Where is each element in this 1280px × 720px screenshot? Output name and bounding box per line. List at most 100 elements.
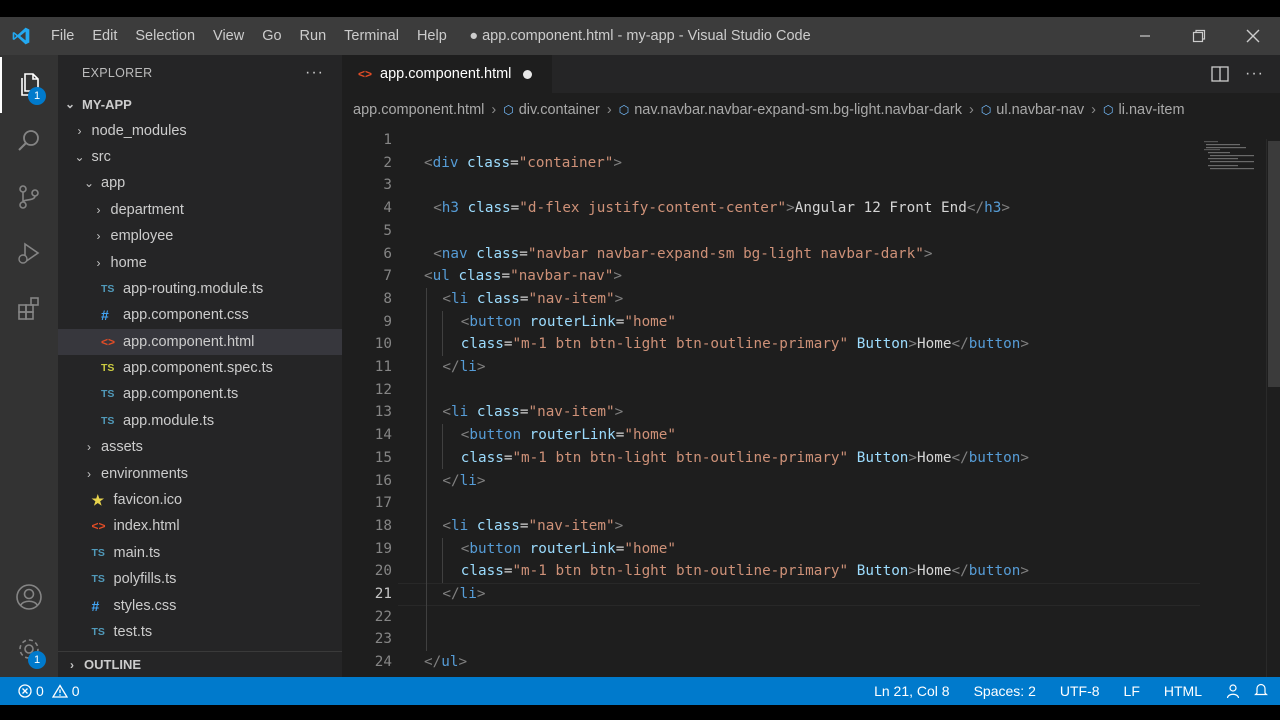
scrollbar-thumb[interactable] <box>1268 141 1280 387</box>
tree-item-app-component-html[interactable]: <> app.component.html <box>58 328 342 355</box>
code-token: ul <box>441 654 459 671</box>
menu-go[interactable]: Go <box>253 17 290 55</box>
tree-item-environments[interactable]: › environments <box>58 460 342 486</box>
code-token: > <box>923 245 933 262</box>
tree-item-department[interactable]: › department <box>58 197 342 223</box>
code-text: <ul class="navbar-nav"> <box>424 265 622 288</box>
activity-bar: 1 1 <box>0 55 58 677</box>
restore-button[interactable] <box>1172 17 1226 55</box>
code-token: "home" <box>624 540 677 557</box>
unsaved-dot-icon[interactable] <box>523 69 532 79</box>
breadcrumb-item[interactable]: ⬡ nav.navbar.navbar-expand-sm.bg-light.na… <box>619 102 962 118</box>
status-bar: 0 0 Ln 21, Col 8 Spaces: 2 UTF-8 LF HTML <box>0 677 1280 705</box>
tree-item-app-routing-module-ts[interactable]: TS app-routing.module.ts <box>58 276 342 302</box>
tree-item-employee[interactable]: › employee <box>58 223 342 249</box>
extensions-activity[interactable] <box>0 281 58 337</box>
tree-item-assets[interactable]: › assets <box>58 434 342 460</box>
project-root[interactable]: ⌄ MY-APP <box>58 91 342 117</box>
code-token: Home <box>917 336 952 353</box>
tree-item-app-component-css[interactable]: # app.component.css <box>58 302 342 328</box>
tree-item-polyfills-ts[interactable]: TS polyfills.ts <box>58 566 342 592</box>
code-token: Button <box>856 563 909 580</box>
minimize-icon <box>1140 35 1150 37</box>
language-mode[interactable]: HTML <box>1152 683 1214 699</box>
code-text: <div class="container"> <box>424 152 622 175</box>
feedback-button[interactable] <box>1214 683 1254 699</box>
breadcrumb-item[interactable]: ⬡ ul.navbar-nav <box>981 102 1084 118</box>
encoding[interactable]: UTF-8 <box>1048 683 1112 699</box>
end-of-line[interactable]: LF <box>1112 683 1152 699</box>
line-number: 21 <box>374 586 392 602</box>
tree-item-home[interactable]: › home <box>58 249 342 275</box>
tree-item-styles-css[interactable]: # styles.css <box>58 592 342 618</box>
run-debug-activity[interactable] <box>0 225 58 281</box>
more-actions-button[interactable]: ··· <box>305 64 324 82</box>
code-token: < <box>442 517 451 534</box>
line-number: 22 <box>374 608 392 625</box>
tree-item-app-module-ts[interactable]: TS app.module.ts <box>58 408 342 434</box>
tree-item-label: app-routing.module.ts <box>123 280 264 297</box>
tree-item-node-modules[interactable]: › node_modules <box>58 117 342 143</box>
tree-item-test-ts[interactable]: TS test.ts <box>58 619 342 645</box>
split-editor-icon[interactable] <box>1211 66 1229 82</box>
minimap-preview <box>1204 141 1254 170</box>
menu-file[interactable]: File <box>42 17 83 55</box>
breadcrumb-item[interactable]: ⬡ div.container <box>503 102 600 118</box>
breadcrumb-item[interactable]: ⬡ li.nav-item <box>1103 102 1185 118</box>
line-number: 7 <box>383 268 392 285</box>
line-number: 5 <box>383 222 392 239</box>
code-text: <nav class="navbar navbar-expand-sm bg-l… <box>433 243 932 266</box>
menu-view[interactable]: View <box>204 17 253 55</box>
menu-terminal[interactable]: Terminal <box>335 17 408 55</box>
tree-item-favicon-ico[interactable]: ★ favicon.ico <box>58 487 342 513</box>
code-editor[interactable]: 1 2 <div class="container"> 3 4 <h3 class="d-… <box>342 129 1202 677</box>
code-token: < <box>442 290 451 307</box>
close-button[interactable] <box>1226 17 1280 55</box>
notifications-button[interactable] <box>1254 682 1280 701</box>
tree-item-app-component-ts[interactable]: TS app.component.ts <box>58 381 342 407</box>
tree-item-label: index.html <box>113 518 180 535</box>
tab-label: app.component.html <box>380 66 512 82</box>
tree-item-src[interactable]: ⌄ src <box>58 144 342 170</box>
explorer-activity[interactable]: 1 <box>0 57 58 113</box>
more-actions-icon[interactable]: ··· <box>1245 65 1264 83</box>
menu-selection[interactable]: Selection <box>126 17 204 55</box>
indentation[interactable]: Spaces: 2 <box>962 683 1048 699</box>
line-number: 14 <box>374 427 392 444</box>
problems-indicator[interactable]: 0 0 <box>0 683 80 699</box>
vertical-scrollbar[interactable] <box>1266 139 1280 677</box>
accounts-activity[interactable] <box>0 569 58 625</box>
status-right: Ln 21, Col 8 Spaces: 2 UTF-8 LF HTML <box>862 677 1280 705</box>
chevron-right-icon: › <box>96 202 101 217</box>
breadcrumb-item[interactable]: app.component.html <box>353 102 484 118</box>
search-activity[interactable] <box>0 113 58 169</box>
tree-item-app-component-spec-ts[interactable]: TS app.component.spec.ts <box>58 355 342 381</box>
code-token: < <box>433 245 442 262</box>
code-token: > <box>614 404 624 421</box>
cursor-position[interactable]: Ln 21, Col 8 <box>862 683 962 699</box>
source-control-activity[interactable] <box>0 169 58 225</box>
code-line: 21 </li> <box>342 583 1202 606</box>
tree-item-index-html[interactable]: <> index.html <box>58 513 342 539</box>
code-token: "m-1 btn btn-light btn-outline-primary" <box>512 336 849 353</box>
menu-run[interactable]: Run <box>291 17 336 55</box>
run-debug-icon <box>18 242 40 264</box>
indent-guide <box>442 310 443 356</box>
menu-help[interactable]: Help <box>408 17 456 55</box>
minimize-button[interactable] <box>1118 17 1172 55</box>
tree-item-main-ts[interactable]: TS main.ts <box>58 540 342 566</box>
menu-bar: File Edit Selection View Go Run Terminal Help <box>42 17 456 55</box>
code-token: < <box>424 154 433 171</box>
minimap[interactable] <box>1204 139 1266 179</box>
tree-item-app[interactable]: ⌄ app <box>58 170 342 196</box>
html-file-icon: <> <box>101 334 116 349</box>
code-token: routerLink <box>529 427 616 444</box>
chevron-right-icon: › <box>96 229 101 244</box>
tab-app-component-html[interactable]: <> app.component.html <box>342 55 552 93</box>
editor-area: <> app.component.html ··· app.component.… <box>342 55 1280 677</box>
chevron-right-icon: › <box>70 657 74 672</box>
menu-edit[interactable]: Edit <box>83 17 126 55</box>
outline-section[interactable]: › OUTLINE <box>58 651 342 677</box>
manage-activity[interactable]: 1 <box>0 621 58 677</box>
